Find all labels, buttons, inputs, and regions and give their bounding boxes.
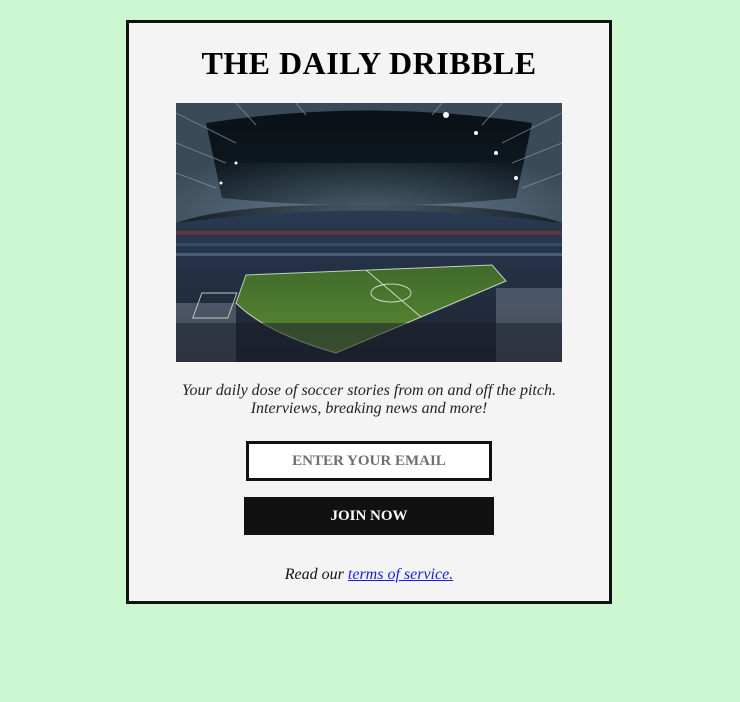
join-now-button[interactable]: JOIN NOW [244, 497, 494, 535]
page-title: THE DAILY DRIBBLE [201, 45, 537, 81]
stadium-image [176, 103, 562, 362]
tagline-line-1: Your daily dose of soccer stories from o… [182, 382, 556, 399]
terms-of-service-link[interactable]: terms of service. [348, 566, 453, 583]
tagline: Your daily dose of soccer stories from o… [149, 382, 589, 418]
terms-prefix: Read our [284, 566, 348, 583]
newsletter-card: THE DAILY DRIBBLE Your daily dose of soc… [126, 20, 612, 604]
tagline-line-2: Interviews, breaking news and more! [250, 400, 488, 417]
terms-notice: Read our terms of service. [129, 566, 609, 584]
email-input[interactable] [246, 441, 492, 481]
